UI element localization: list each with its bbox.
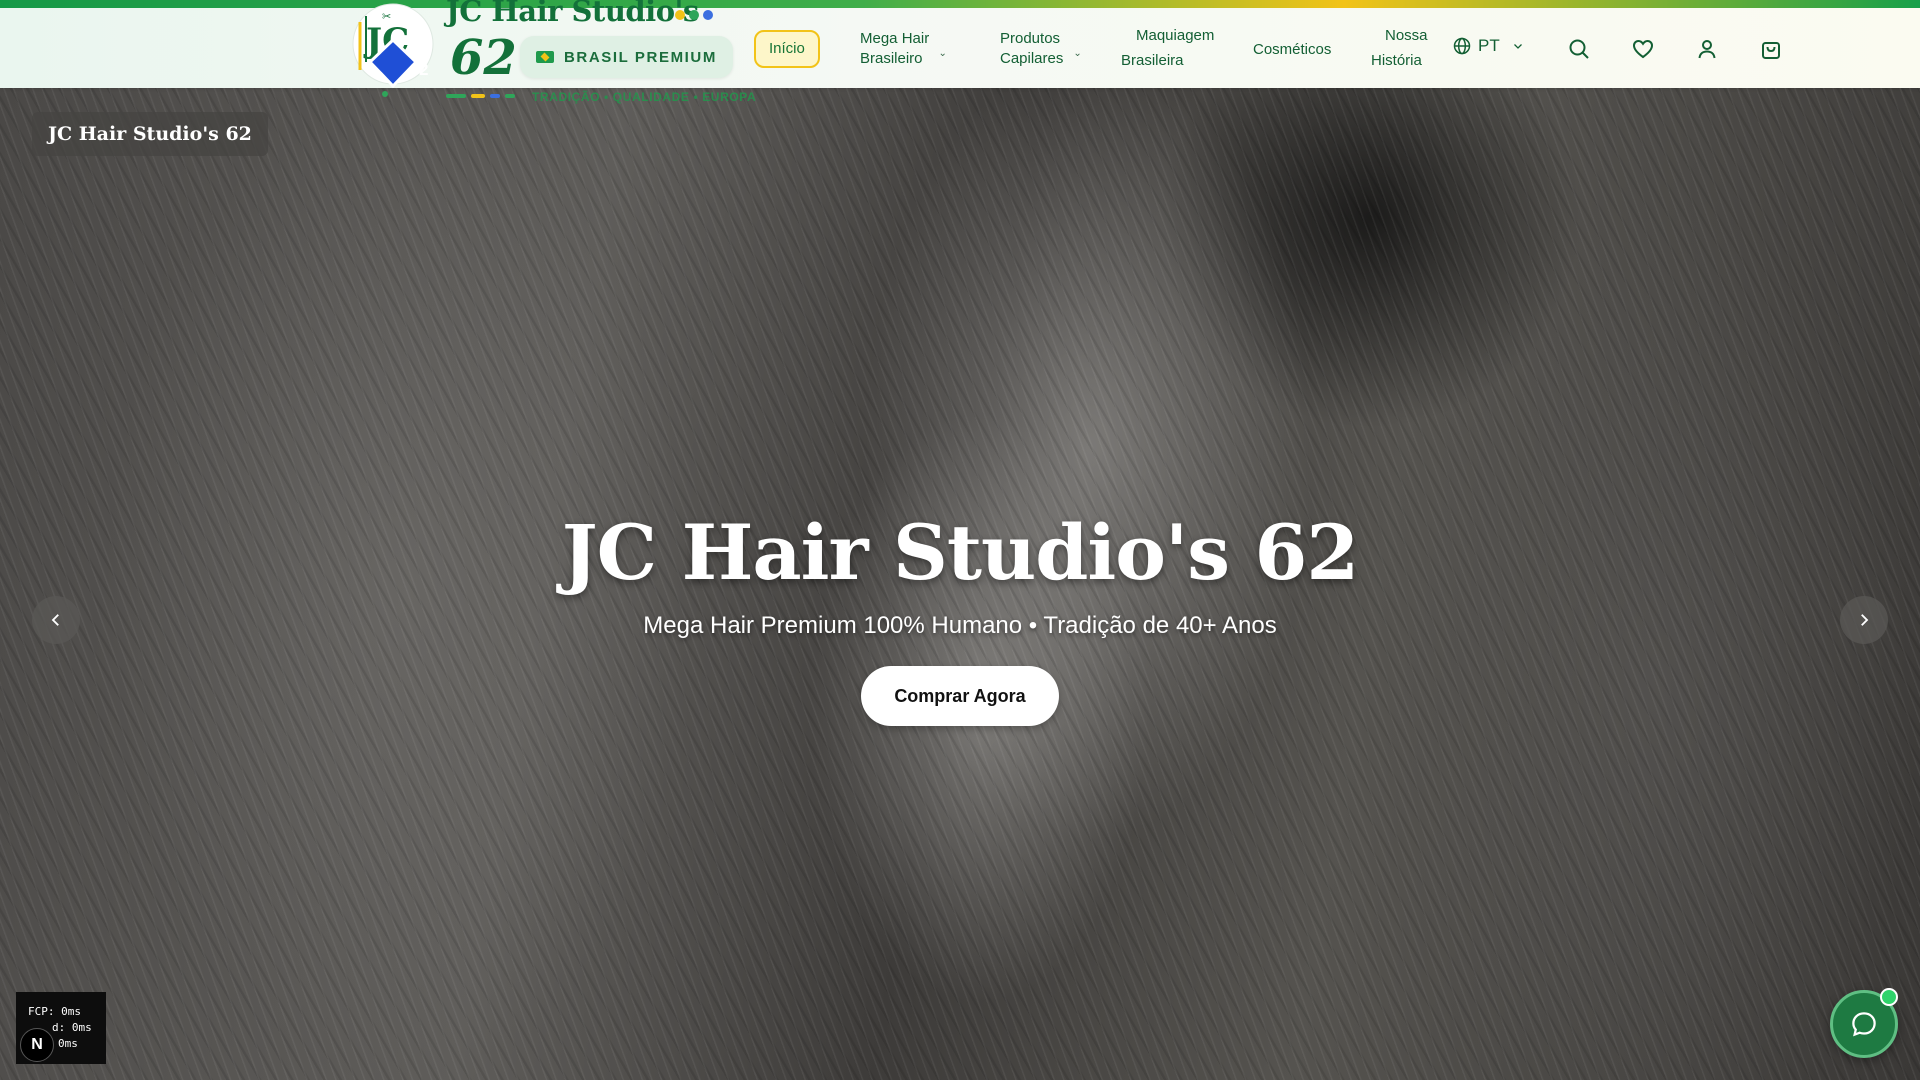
wishlist-button[interactable] <box>1628 34 1658 64</box>
nav-item-label: Cosméticos <box>1253 41 1332 58</box>
online-status-dot <box>1880 988 1898 1006</box>
nav-item-label-line1: Produtos <box>1000 30 1061 47</box>
nav-item-nossa-historia[interactable]: Nossa História <box>1371 26 1428 71</box>
hero-slide-badge: JC Hair Studio's 62 <box>32 112 268 156</box>
search-icon <box>1569 39 1589 59</box>
nav-item-maquiagem[interactable]: Maquiagem Brasileira <box>1121 26 1214 71</box>
shop-now-button[interactable]: Comprar Agora <box>861 666 1059 726</box>
hero-title: JC Hair Studio's 62 <box>561 508 1360 597</box>
hero-subtitle: Mega Hair Premium 100% Humano • Tradição… <box>643 612 1277 639</box>
nav-item-label-line2: Capilares <box>1000 50 1064 67</box>
nav-item-label: Início <box>769 40 805 57</box>
scissors-icon: ✂ <box>382 11 391 23</box>
logo-emblem[interactable]: JC ✂ <box>352 2 434 98</box>
shopping-bag-icon <box>1762 42 1780 59</box>
nav-item-mega-hair[interactable]: Mega Hair Brasileiro ⌄ <box>860 29 947 69</box>
nav-item-label-line1: Nossa <box>1385 27 1428 44</box>
chevron-right-icon <box>1861 614 1869 626</box>
logo-number: 62 <box>450 30 517 86</box>
chevron-down-icon <box>1513 44 1522 49</box>
nav-item-inicio[interactable]: Início <box>754 30 820 68</box>
brasil-premium-badge: BRASIL PREMIUM <box>520 36 733 78</box>
logo-underline <box>446 94 522 99</box>
main-nav: Início Mega Hair Brasileiro ⌄ Produtos C… <box>0 8 1920 88</box>
previous-slide-button[interactable] <box>32 596 80 644</box>
nav-item-produtos-capilares[interactable]: Produtos Capilares ⌄ <box>1000 29 1082 69</box>
logo-brand-name[interactable]: JC Hair Studio's <box>446 0 699 28</box>
cart-button[interactable] <box>1756 34 1786 64</box>
globe-icon <box>1453 37 1471 55</box>
perf-fcp: FCP: 0ms <box>28 1005 81 1018</box>
nav-item-label-line1: Maquiagem <box>1136 27 1215 44</box>
top-accent-stripe <box>0 0 1920 8</box>
nav-item-label-line2: Brasileiro <box>860 50 923 67</box>
next-slide-button[interactable] <box>1840 596 1888 644</box>
heart-icon <box>1632 39 1654 59</box>
account-button[interactable] <box>1692 34 1722 64</box>
chevron-down-icon: ⌄ <box>1073 48 1082 59</box>
nav-item-label-line2: Brasileira <box>1121 52 1184 69</box>
hero-slider: JC Hair Studio's 62 JC Hair Studio's 62 … <box>0 88 1920 1080</box>
chevron-down-icon: ⌄ <box>938 48 947 59</box>
chevron-left-icon <box>51 614 59 626</box>
logo-tagline: TRADIÇÃO • QUALIDADE • EUROPA <box>532 90 757 104</box>
brazil-flag-icon <box>536 51 554 63</box>
language-selector[interactable]: PT <box>1452 36 1524 56</box>
logo-number-badge: 62 <box>409 60 429 79</box>
logo-dots <box>675 10 713 20</box>
language-code: PT <box>1478 36 1500 55</box>
nav-item-cosmeticos[interactable]: Cosméticos <box>1253 40 1331 60</box>
nav-item-label-line1: Mega Hair <box>860 30 930 47</box>
search-button[interactable] <box>1564 34 1594 64</box>
nav-item-label-line2: História <box>1371 52 1422 69</box>
user-icon <box>1698 40 1716 59</box>
brasil-premium-label: BRASIL PREMIUM <box>564 48 717 66</box>
nextjs-dev-indicator[interactable]: N <box>20 1028 54 1062</box>
chat-bubble-icon <box>1852 1012 1876 1037</box>
